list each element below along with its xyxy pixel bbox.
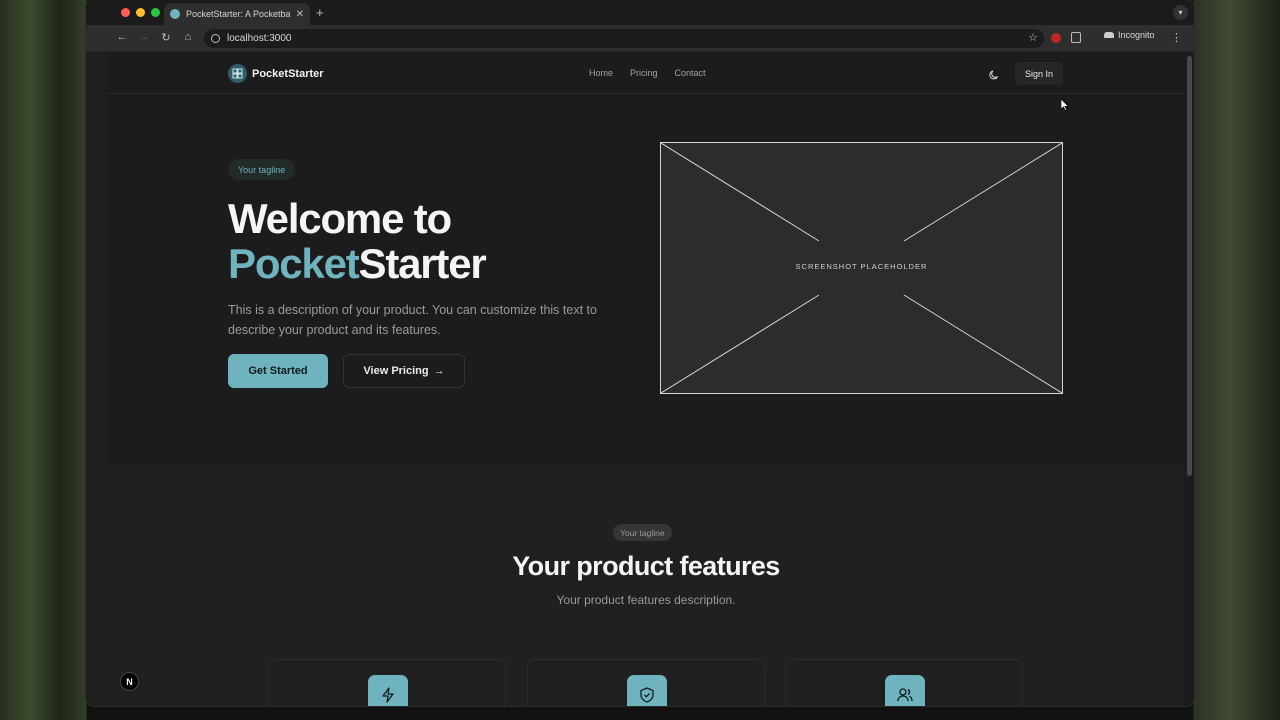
hero-title: Welcome to PocketStarter <box>228 195 487 287</box>
lightning-icon <box>368 675 408 706</box>
nav-pricing[interactable]: Pricing <box>630 68 658 78</box>
hero-title-rest: Starter <box>358 240 487 287</box>
arrow-right-icon: → <box>433 365 445 377</box>
view-pricing-button[interactable]: View Pricing → <box>343 354 465 388</box>
page-viewport: PocketStarter Home Pricing Contact Sign … <box>108 53 1184 706</box>
get-started-button[interactable]: Get Started <box>228 354 328 388</box>
forward-icon[interactable]: → <box>137 31 151 43</box>
tab-search-button[interactable]: ▾ <box>1173 5 1188 20</box>
minimize-window-button[interactable] <box>136 8 145 17</box>
incognito-indicator[interactable]: Incognito <box>1104 30 1155 40</box>
site-header: PocketStarter Home Pricing Contact Sign … <box>108 53 1184 94</box>
feature-card <box>527 659 765 706</box>
home-icon[interactable]: ⌂ <box>181 31 195 43</box>
bookmark-star-icon[interactable]: ☆ <box>1028 31 1038 44</box>
screenshot-placeholder: SCREENSHOT PLACEHOLDER <box>660 142 1063 394</box>
shield-check-icon <box>627 675 667 706</box>
features-title: Your product features <box>512 551 780 581</box>
placeholder-label: SCREENSHOT PLACEHOLDER <box>795 262 928 271</box>
view-pricing-label: View Pricing <box>363 365 429 377</box>
maximize-window-button[interactable] <box>151 8 160 17</box>
browser-tab[interactable]: PocketStarter: A Pocketbase ✕ <box>164 3 310 25</box>
brand-logo[interactable]: PocketStarter <box>228 64 324 83</box>
feature-card <box>268 659 506 706</box>
extension-icon[interactable] <box>1051 33 1061 43</box>
page-scrollbar[interactable] <box>1184 53 1194 706</box>
incognito-icon <box>1104 32 1114 38</box>
users-icon <box>885 675 925 706</box>
incognito-label: Incognito <box>1118 30 1155 40</box>
browser-window: PocketStarter: A Pocketbase ✕ + ▾ ← → ↻ … <box>86 0 1194 706</box>
url-text: localhost:3000 <box>227 33 292 44</box>
scrollbar-thumb[interactable] <box>1187 56 1192 476</box>
features-description: Your product features description. <box>556 593 736 607</box>
extensions-puzzle-icon[interactable] <box>1071 32 1081 43</box>
window-controls <box>121 8 160 17</box>
features-tagline-badge: Your tagline <box>613 524 672 541</box>
features-section: Your tagline Your product features Your … <box>108 465 1184 706</box>
sign-in-button[interactable]: Sign In <box>1015 62 1063 85</box>
hero-section: Your tagline Welcome to PocketStarter Th… <box>108 94 1184 465</box>
main-nav: Home Pricing Contact <box>589 68 706 78</box>
theme-toggle-moon-icon[interactable] <box>988 68 1000 80</box>
browser-menu-icon[interactable]: ⋮ <box>1171 31 1182 44</box>
hero-title-line1: Welcome to <box>228 195 452 242</box>
mouse-cursor-icon <box>1061 99 1069 111</box>
new-tab-button[interactable]: + <box>316 5 324 20</box>
site-info-icon[interactable] <box>211 34 220 43</box>
hero-title-accent: Pocket <box>228 240 360 287</box>
nextjs-devtools-badge[interactable]: N <box>120 672 139 691</box>
close-window-button[interactable] <box>121 8 130 17</box>
reload-icon[interactable]: ↻ <box>159 31 173 44</box>
address-bar[interactable]: localhost:3000 ☆ <box>204 29 1044 48</box>
back-icon[interactable]: ← <box>115 31 129 43</box>
favicon-icon <box>170 9 180 19</box>
nav-contact[interactable]: Contact <box>675 68 706 78</box>
nav-home[interactable]: Home <box>589 68 613 78</box>
logo-icon <box>228 64 247 83</box>
hero-tagline-badge: Your tagline <box>228 159 296 180</box>
hero-description: This is a description of your product. Y… <box>228 303 597 337</box>
browser-toolbar: ← → ↻ ⌂ localhost:3000 ☆ Incognito ⋮ <box>86 25 1194 52</box>
brand-name: PocketStarter <box>252 67 324 80</box>
tab-strip: PocketStarter: A Pocketbase ✕ + ▾ <box>86 0 1194 25</box>
feature-card <box>785 659 1023 706</box>
tab-title: PocketStarter: A Pocketbase <box>186 9 290 19</box>
close-tab-icon[interactable]: ✕ <box>296 9 304 20</box>
